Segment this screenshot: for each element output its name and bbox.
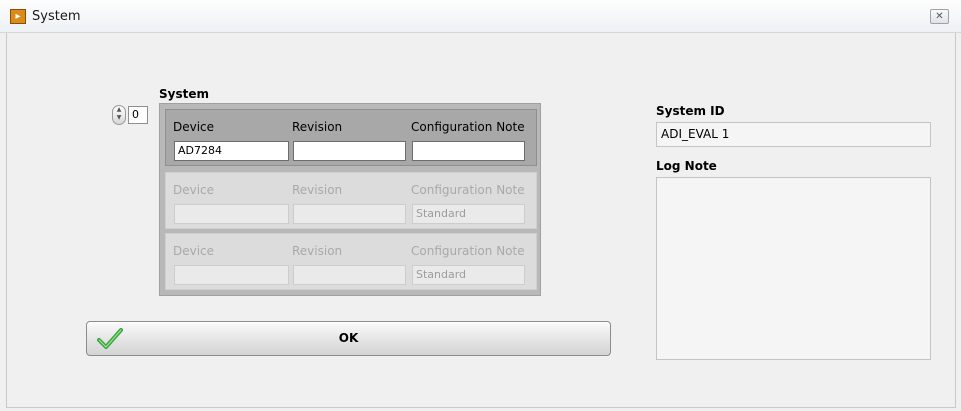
log-note-label: Log Note (656, 159, 717, 173)
device-field[interactable] (174, 204, 289, 224)
device-label: Device (173, 183, 215, 197)
window-title: System (32, 9, 81, 24)
revision-label: Revision (292, 120, 343, 134)
revision-label: Revision (292, 244, 343, 258)
device-field[interactable]: AD7284 (174, 141, 289, 161)
config-note-label: Configuration Note (411, 244, 525, 258)
close-button[interactable]: ✕ (930, 9, 949, 24)
config-note-label: Configuration Note (411, 183, 525, 197)
system-id-label: System ID (656, 104, 725, 118)
title-bar: ▸ System ✕ (0, 0, 961, 33)
system-array-label: System (159, 87, 209, 101)
config-note-field[interactable] (412, 141, 525, 161)
device-label: Device (173, 244, 215, 258)
config-note-field[interactable]: Standard (412, 204, 525, 224)
device-label: Device (173, 120, 215, 134)
system-element-0: Device Revision Configuration Note AD728… (165, 109, 537, 166)
revision-field[interactable] (293, 141, 406, 161)
config-note-label: Configuration Note (411, 120, 525, 134)
system-element-2: Device Revision Configuration Note Stand… (165, 233, 537, 290)
config-note-field[interactable]: Standard (412, 265, 525, 285)
ok-button-label: OK (338, 331, 359, 345)
log-note-field[interactable] (656, 177, 931, 360)
device-field[interactable] (174, 265, 289, 285)
revision-field[interactable] (293, 204, 406, 224)
system-element-1: Device Revision Configuration Note Stand… (165, 172, 537, 229)
revision-label: Revision (292, 183, 343, 197)
array-index-control[interactable]: ▲ ▼ 0 (112, 105, 148, 125)
array-index-input[interactable]: 0 (128, 106, 148, 124)
ok-button[interactable]: OK (86, 321, 611, 356)
close-icon: ✕ (935, 11, 944, 22)
app-icon: ▸ (10, 9, 26, 24)
revision-field[interactable] (293, 265, 406, 285)
system-id-field[interactable]: ADI_EVAL 1 (656, 122, 931, 147)
index-spinner[interactable]: ▲ ▼ (112, 105, 126, 125)
